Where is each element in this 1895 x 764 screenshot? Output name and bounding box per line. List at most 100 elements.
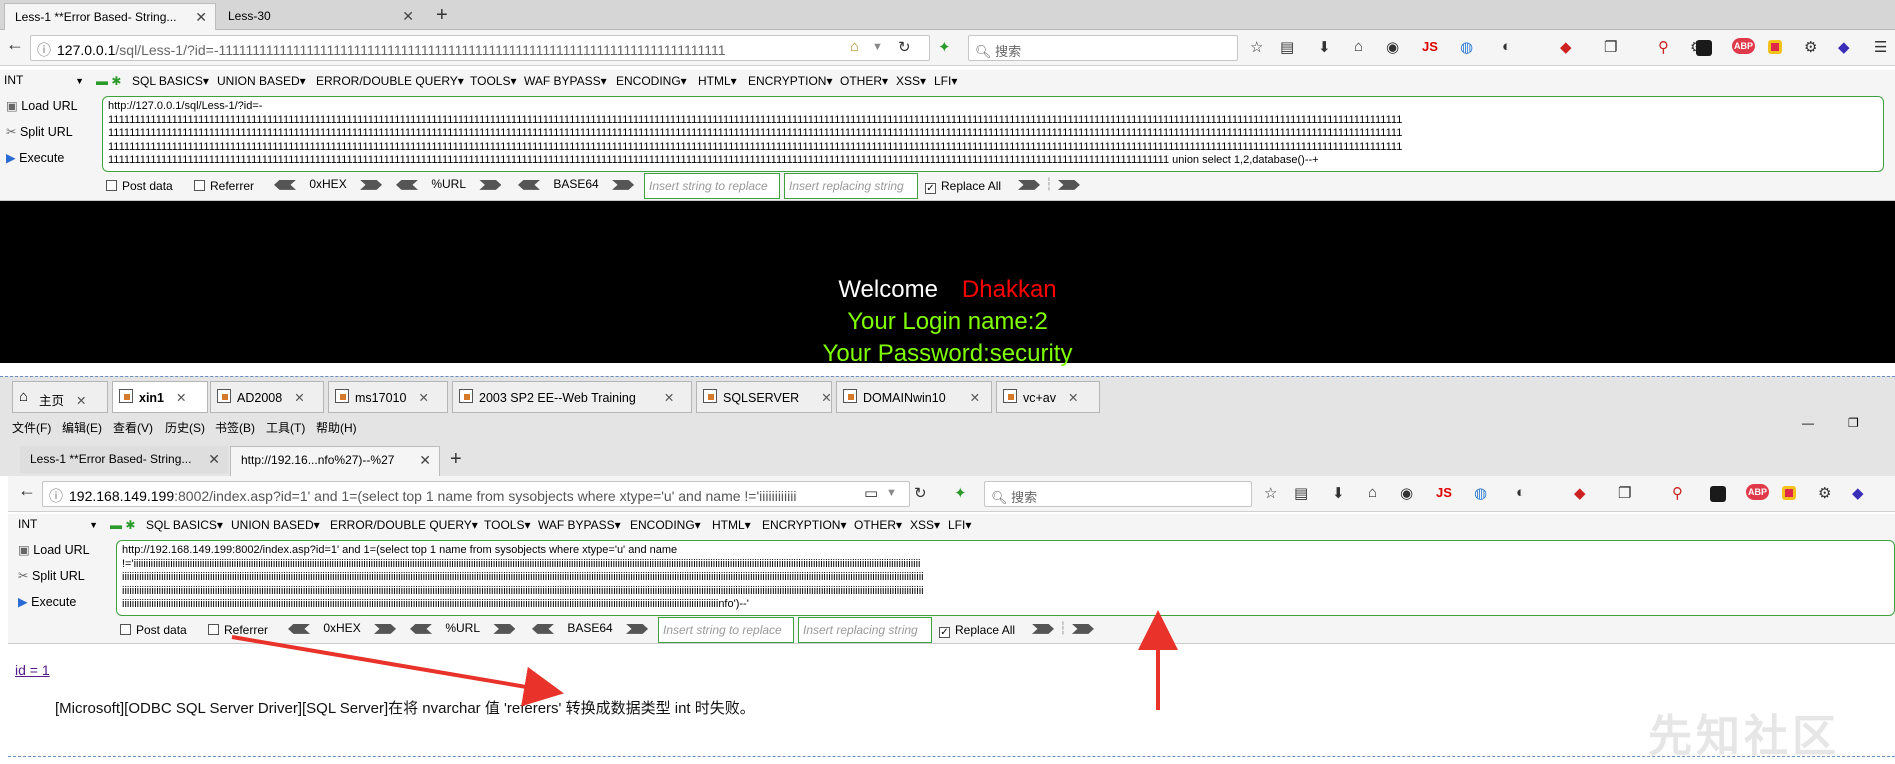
inner-url-bar[interactable]: ⓘ 192.168.149.199:8002/index.asp?id=1' an… — [42, 481, 910, 507]
noscript-icon[interactable] — [1710, 486, 1726, 502]
copy-icon[interactable]: ❐ — [1604, 38, 1617, 56]
noscript-icon[interactable] — [1696, 40, 1712, 56]
gear-icon[interactable]: ⚙ — [1818, 484, 1831, 502]
checkbox-box[interactable]: ✓ — [925, 183, 936, 194]
home-icon[interactable]: ⌂ — [1368, 484, 1377, 501]
globe-icon[interactable]: ◉ — [1400, 484, 1413, 502]
encode-arrow-icon[interactable] — [360, 179, 383, 190]
split-url-button[interactable]: ✂ Split URL — [18, 568, 85, 583]
new-tab-button[interactable]: + — [436, 4, 448, 27]
magnifier-icon[interactable]: ⚲ — [1658, 38, 1669, 56]
decode-arrow-icon[interactable] — [274, 179, 296, 190]
menu-bookmarks[interactable]: 书签(B) — [215, 419, 255, 436]
hackbar-url-textarea[interactable]: http://192.168.149.199:8002/index.asp?id… — [116, 540, 1895, 616]
copy-icon[interactable]: ❐ — [1618, 484, 1631, 502]
menu-view[interactable]: 查看(V) — [113, 419, 153, 436]
top-tab-less1[interactable]: Less-1 **Error Based- String... ✕ — [4, 3, 216, 30]
encode-arrow-icon[interactable] — [493, 623, 516, 634]
menu-icon[interactable]: ☰ — [1874, 38, 1887, 56]
checkbox-box[interactable] — [208, 624, 219, 635]
encode-arrow-icon[interactable] — [626, 623, 649, 634]
menu-encoding[interactable]: ENCODING▾ — [630, 518, 701, 532]
menu-encryption[interactable]: ENCRYPTION▾ — [748, 74, 832, 88]
menu-error-double-query[interactable]: ERROR/DOUBLE QUERY▾ — [330, 518, 478, 532]
menu-waf-bypass[interactable]: WAF BYPASS▾ — [524, 74, 607, 88]
js-icon[interactable]: JS — [1436, 485, 1452, 500]
replace-all-arrow-icon[interactable] — [1071, 623, 1094, 634]
menu-sql-basics[interactable]: SQL BASICS▾ — [132, 74, 209, 88]
close-icon[interactable]: ✕ — [419, 452, 431, 469]
menu-history[interactable]: 历史(S) — [165, 419, 205, 436]
menu-encoding[interactable]: ENCODING▾ — [616, 74, 687, 88]
decode-arrow-icon[interactable] — [410, 623, 432, 634]
replacing-string-input[interactable]: Insert replacing string — [798, 617, 932, 643]
inner-tab-active[interactable]: http://192.16...nfo%27)--%27 ✕ — [230, 446, 440, 476]
menu-file[interactable]: 文件(F) — [12, 419, 51, 436]
close-icon[interactable]: ✕ — [970, 391, 980, 405]
search-input[interactable]: 🔍︎ 搜索 — [968, 35, 1238, 61]
gear-icon[interactable]: ⚙ — [1804, 38, 1817, 56]
checkbox-box[interactable] — [194, 180, 205, 191]
vm-tab-sqlserver[interactable]: SQLSERVER ✕ — [696, 381, 832, 413]
info-icon[interactable]: ⓘ — [37, 42, 51, 58]
checkbox-box[interactable] — [106, 180, 117, 191]
menu-sql-basics[interactable]: SQL BASICS▾ — [146, 518, 223, 532]
chevron-down-icon[interactable]: ▼ — [872, 41, 883, 53]
extension-puzzle-icon[interactable]: ✦ — [938, 38, 951, 56]
menu-other[interactable]: OTHER▾ — [854, 518, 902, 532]
reading-list-icon[interactable]: ▤ — [1280, 38, 1294, 56]
world-icon[interactable]: ◍ — [1474, 484, 1487, 502]
referrer-checkbox[interactable]: Referrer — [208, 623, 268, 637]
reading-list-icon[interactable]: ▤ — [1294, 484, 1308, 502]
download-icon[interactable]: ⬇ — [1318, 38, 1331, 56]
top-tab-less30[interactable]: Less-30 ✕ — [218, 3, 422, 30]
chevron-down-icon[interactable]: ▼ — [886, 487, 897, 499]
menu-html[interactable]: HTML▾ — [698, 74, 737, 88]
globe-icon[interactable]: ◉ — [1386, 38, 1399, 56]
adblock-icon[interactable]: ABP — [1732, 38, 1756, 54]
encode-arrow-icon[interactable] — [479, 179, 502, 190]
decode-arrow-icon[interactable] — [518, 179, 540, 190]
vm-tab-vc-av[interactable]: vc+av ✕ — [996, 381, 1100, 413]
home-icon[interactable]: ⌂ — [1354, 38, 1363, 55]
post-data-checkbox[interactable]: Post data — [106, 179, 173, 193]
bookmark-star-icon[interactable]: ☆ — [1264, 484, 1277, 502]
replacing-string-input[interactable]: Insert replacing string — [784, 173, 918, 199]
toggle-icon[interactable]: ▬ ✱ — [110, 518, 135, 532]
load-url-button[interactable]: ▣ Load URL — [18, 542, 90, 557]
insert-string-input[interactable]: Insert string to replace — [644, 173, 780, 199]
menu-html[interactable]: HTML▾ — [712, 518, 751, 532]
extension-icon[interactable] — [1782, 486, 1796, 500]
toggle-icon[interactable]: ▬ ✱ — [96, 74, 121, 88]
checkbox-box[interactable]: ✓ — [939, 627, 950, 638]
world-icon[interactable]: ◍ — [1460, 38, 1473, 56]
decode-arrow-icon[interactable] — [288, 623, 310, 634]
extension-puzzle-icon[interactable]: ✦ — [954, 484, 967, 502]
back-icon[interactable]: ← — [6, 34, 24, 55]
vm-tab-ms17010[interactable]: ms17010 ✕ — [328, 381, 448, 413]
replace-arrow-icon[interactable] — [1018, 179, 1040, 190]
vm-tab-domainwin10[interactable]: DOMAINwin10 ✕ — [836, 381, 992, 413]
menu-tools[interactable]: 工具(T) — [266, 419, 305, 436]
magnifier-icon[interactable]: ⚲ — [1672, 484, 1683, 502]
id-link[interactable]: id = 1 — [15, 662, 50, 678]
execute-button[interactable]: ▶ Execute — [18, 594, 76, 609]
home-icon[interactable]: ⌂ — [850, 38, 859, 55]
info-icon[interactable]: ⓘ — [49, 488, 63, 504]
menu-union-based[interactable]: UNION BASED▾ — [231, 518, 320, 532]
close-icon[interactable]: ✕ — [1068, 391, 1078, 405]
execute-button[interactable]: ▶ Execute — [6, 150, 64, 165]
encode-arrow-icon[interactable] — [612, 179, 635, 190]
menu-lfi[interactable]: LFI▾ — [934, 74, 957, 88]
close-icon[interactable]: ✕ — [418, 391, 428, 405]
reload-icon[interactable]: ↻ — [914, 484, 927, 502]
hackbar-url-textarea[interactable]: http://127.0.0.1/sql/Less-1/?id=- 111111… — [102, 96, 1884, 172]
menu-xss[interactable]: XSS▾ — [910, 518, 940, 532]
close-icon[interactable]: ✕ — [294, 391, 304, 405]
replace-all-arrow-icon[interactable] — [1057, 179, 1080, 190]
referrer-checkbox[interactable]: Referrer — [194, 179, 254, 193]
menu-encryption[interactable]: ENCRYPTION▾ — [762, 518, 846, 532]
new-tab-button[interactable]: + — [450, 448, 462, 471]
adblock-icon[interactable]: ABP — [1746, 484, 1770, 500]
top-url-bar[interactable]: ⓘ 127.0.0.1/sql/Less-1/?id=-1111111111111… — [30, 35, 930, 61]
